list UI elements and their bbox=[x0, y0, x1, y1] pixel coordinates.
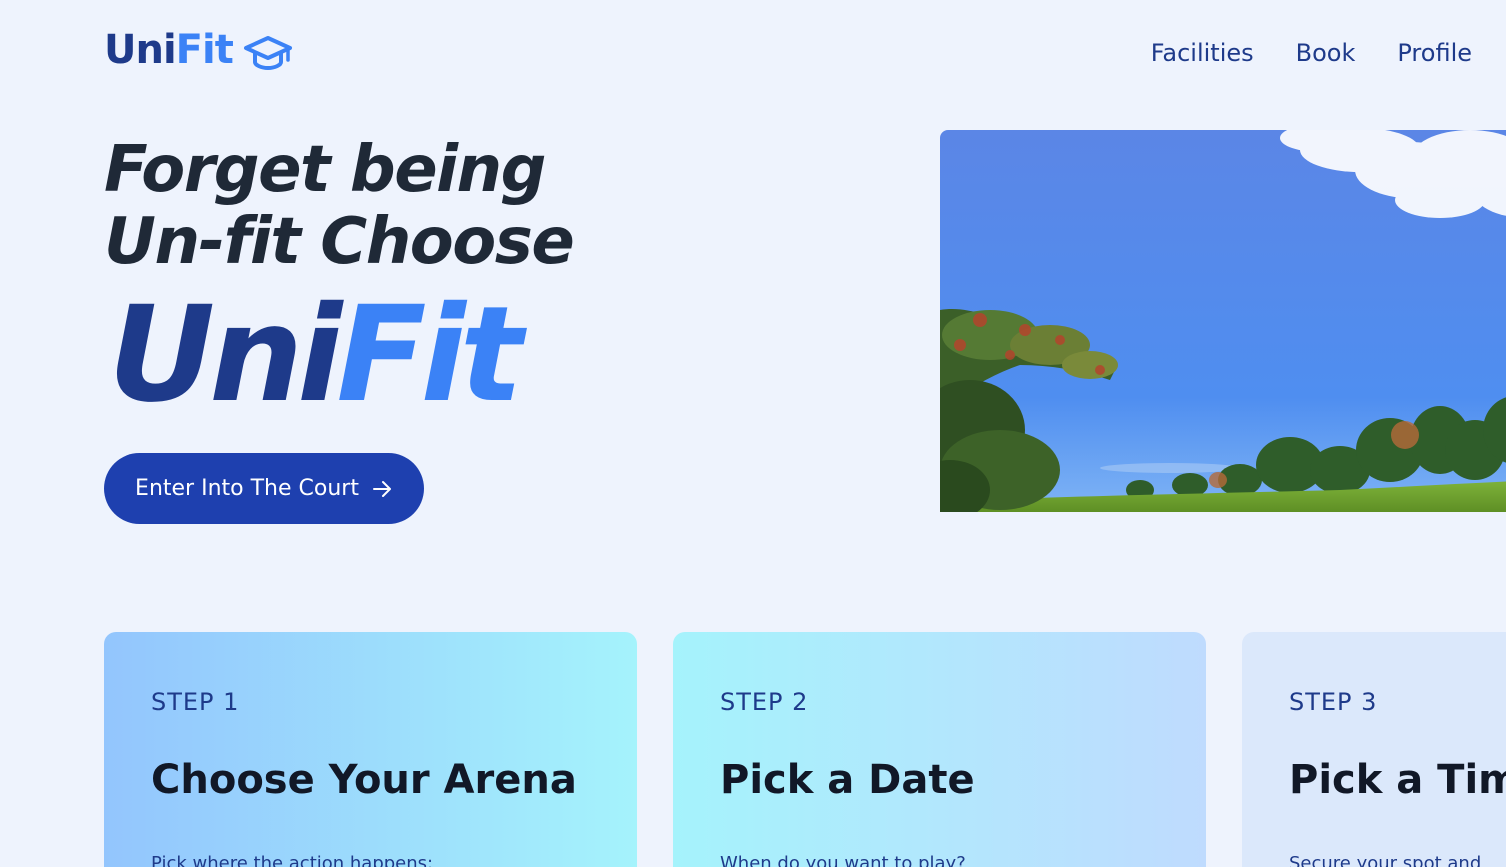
step-title: Choose Your Arena bbox=[151, 757, 577, 803]
main-nav: Facilities Book Profile bbox=[1151, 37, 1472, 69]
step-title: Pick a Date bbox=[720, 757, 975, 803]
hero-title: Forget being Un-fit Choose bbox=[104, 134, 664, 278]
logo-uni: Uni bbox=[104, 27, 177, 73]
step-description: Secure your spot and bbox=[1289, 853, 1482, 867]
step-title: Pick a Tim bbox=[1289, 757, 1506, 803]
hero-brand: UniFit bbox=[108, 278, 523, 432]
nav-book[interactable]: Book bbox=[1296, 37, 1356, 69]
logo-text: UniFit bbox=[104, 27, 234, 73]
step-card-1[interactable]: STEP 1 Choose Your Arena Pick where the … bbox=[104, 632, 637, 867]
arrow-right-icon bbox=[372, 480, 391, 497]
enter-court-label: Enter Into The Court bbox=[135, 476, 359, 501]
campus-field-photo bbox=[940, 130, 1506, 512]
hero-title-line1: Forget being bbox=[104, 133, 546, 207]
hero-image bbox=[940, 130, 1506, 512]
step-description: When do you want to play? bbox=[720, 853, 966, 867]
step-label: STEP 3 bbox=[1289, 688, 1378, 716]
nav-profile[interactable]: Profile bbox=[1397, 37, 1472, 69]
step-card-2[interactable]: STEP 2 Pick a Date When do you want to p… bbox=[673, 632, 1206, 867]
step-label: STEP 2 bbox=[720, 688, 809, 716]
nav-facilities[interactable]: Facilities bbox=[1151, 37, 1254, 69]
hero-brand-uni: Uni bbox=[108, 278, 342, 432]
step-description: Pick where the action happens: bbox=[151, 853, 434, 867]
logo-fit: Fit bbox=[175, 27, 234, 73]
step-label: STEP 1 bbox=[151, 688, 240, 716]
hero-title-line2: Un-fit Choose bbox=[104, 205, 575, 279]
logo[interactable]: UniFit bbox=[104, 28, 293, 72]
page: UniFit Facilities Book Profile Forget be… bbox=[0, 0, 1506, 867]
hero-brand-fit: Fit bbox=[336, 278, 522, 432]
step-card-3[interactable]: STEP 3 Pick a Tim Secure your spot and bbox=[1242, 632, 1506, 867]
graduation-cap-icon bbox=[243, 36, 292, 70]
enter-court-button[interactable]: Enter Into The Court bbox=[104, 453, 424, 524]
